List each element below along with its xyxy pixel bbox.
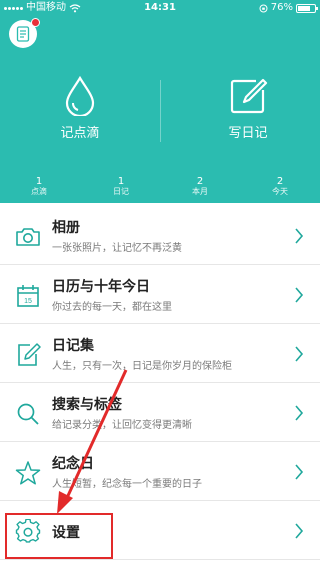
star-icon: [15, 461, 41, 485]
menu-item-title: 相册: [52, 220, 80, 236]
battery-icon: [296, 3, 318, 13]
record-moment-label: 记点滴: [60, 126, 100, 141]
calendar-day-number: 15: [24, 298, 32, 305]
chevron-right-icon: [295, 346, 304, 362]
status-bar: 中国移动 14:31 76%: [0, 0, 320, 16]
write-diary-label: 写日记: [228, 126, 268, 141]
chevron-right-icon: [295, 523, 304, 539]
stat-label: 今天: [272, 187, 288, 196]
notification-dot: [31, 18, 40, 27]
menu-item-subtitle: 给记录分类，让回忆变得更清晰: [52, 420, 192, 431]
menu-item-anniversary[interactable]: 纪念日 人生短暂，纪念每一个重要的日子: [0, 442, 320, 501]
notebook-edit-icon: [18, 343, 41, 366]
stat-diaries[interactable]: 1 日记: [91, 176, 151, 197]
stat-value: 1: [117, 176, 125, 187]
menu-item-subtitle: 一张张照片，让记忆不再泛黄: [52, 243, 182, 254]
menu-item-diary-collection[interactable]: 日记集 人生，只有一次，日记是你岁月的保险柜: [0, 324, 320, 383]
battery-percent: 76%: [270, 2, 293, 13]
menu-item-subtitle: 人生短暂，纪念每一个重要的日子: [52, 479, 202, 490]
droplet-icon: [65, 76, 95, 116]
write-diary-button[interactable]: 写日记: [198, 76, 298, 141]
menu-item-search-tags[interactable]: 搜索与标签 给记录分类，让回忆变得更清晰: [0, 383, 320, 442]
menu-item-title: 日记集: [52, 338, 94, 354]
chevron-right-icon: [295, 228, 304, 244]
search-icon: [17, 403, 39, 425]
stat-this-month[interactable]: 2 本月: [170, 176, 230, 197]
stat-label: 本月: [192, 187, 208, 196]
menu-item-subtitle: 你过去的每一天，都在这里: [52, 302, 172, 313]
settings-highlight-box: [5, 513, 113, 559]
stat-value: 1: [35, 176, 43, 187]
stat-label: 点滴: [31, 187, 47, 196]
notebook-icon: [16, 26, 30, 42]
chevron-right-icon: [295, 464, 304, 480]
menu-item-title: 日历与十年今日: [52, 279, 150, 295]
header: 中国移动 14:31 76% 记点滴 写日记 1 点滴 1 日记 2 本月 2 …: [0, 0, 320, 203]
stat-label: 日记: [113, 187, 129, 196]
stats-bar: 1 点滴 1 日记 2 本月 2 今天: [0, 176, 320, 203]
edit-icon: [230, 78, 268, 114]
chevron-right-icon: [295, 405, 304, 421]
calendar-icon: 15: [17, 285, 39, 307]
menu-item-title: 搜索与标签: [52, 397, 122, 413]
menu-item-album[interactable]: 相册 一张张照片，让记忆不再泛黄: [0, 206, 320, 265]
stat-moments[interactable]: 1 点滴: [9, 176, 69, 197]
profile-avatar-button[interactable]: [9, 18, 40, 48]
menu-list: 相册 一张张照片，让记忆不再泛黄 15 日历与十年今日 你过去的每一天，都在这里…: [0, 206, 320, 560]
stat-value: 2: [276, 176, 284, 187]
menu-item-subtitle: 人生，只有一次，日记是你岁月的保险柜: [52, 361, 232, 372]
record-moment-button[interactable]: 记点滴: [30, 76, 130, 141]
stat-value: 2: [196, 176, 204, 187]
menu-item-calendar[interactable]: 15 日历与十年今日 你过去的每一天，都在这里: [0, 265, 320, 324]
chevron-right-icon: [295, 287, 304, 303]
header-divider: [160, 80, 161, 142]
rotation-lock-icon: [259, 4, 268, 12]
camera-icon: [16, 228, 40, 246]
stat-today[interactable]: 2 今天: [250, 176, 310, 197]
menu-item-title: 纪念日: [52, 456, 94, 472]
